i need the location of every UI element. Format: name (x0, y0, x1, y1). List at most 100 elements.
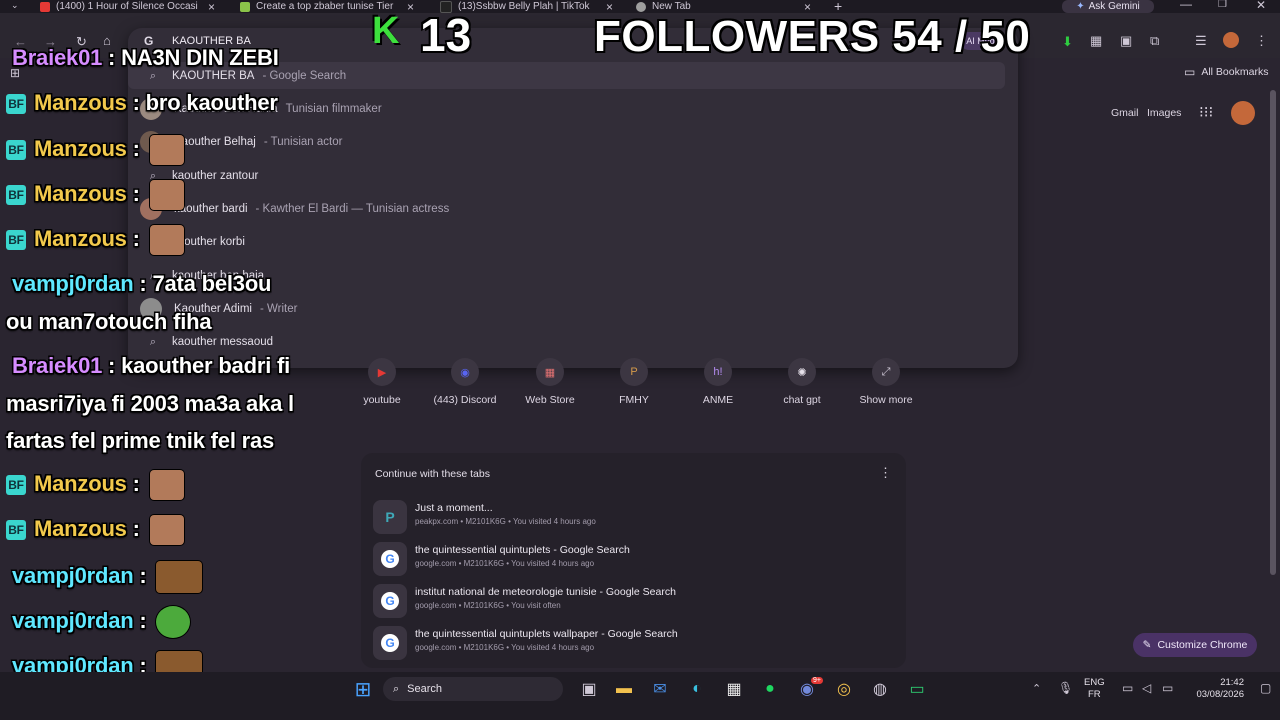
tierlist-favicon-icon (240, 1, 250, 12)
list-item-title: the quintessential quintuplets - Google … (415, 544, 630, 556)
customize-chrome-label: Customize Chrome (1157, 639, 1248, 651)
list-item-title: institut national de meteorologie tunisi… (415, 586, 676, 598)
shortcut-web-store[interactable]: ▦ Web Store (508, 358, 592, 406)
k-logo: K (372, 10, 400, 52)
chat-text: NA3N DIN ZEBI (121, 45, 279, 70)
customize-chrome-button[interactable]: ✎ Customize Chrome (1133, 633, 1257, 657)
shortcut-show-more[interactable]: ⤢ Show more (844, 358, 928, 406)
windows-start-icon[interactable]: ⊞ (351, 679, 375, 701)
minimize-icon[interactable]: — (1180, 0, 1192, 11)
file-explorer-icon[interactable]: ▬ (612, 679, 636, 699)
restore-icon[interactable]: ❐ (1218, 0, 1227, 10)
language-indicator[interactable]: ENG FR (1084, 677, 1105, 701)
chat-text: 7ata bel3ou (152, 271, 272, 296)
list-item-title: the quintessential quintuplets wallpaper… (415, 628, 678, 640)
suggestion-row[interactable]: ⌕ kaouther messaoud (146, 332, 273, 352)
store-icon[interactable]: ▦ (722, 679, 746, 699)
tab-search-chevron-icon[interactable]: ⌄ (11, 0, 19, 11)
shortcut-anme[interactable]: h! ANME (676, 358, 760, 406)
chat-message: BF Manzous : (6, 180, 184, 210)
shortcut-label: (443) Discord (433, 394, 497, 406)
k-counter: 13 (420, 9, 472, 61)
badge-icon: BF (6, 94, 26, 115)
edge-icon[interactable]: ◐ (685, 679, 709, 699)
shortcut-youtube[interactable]: ▶ youtube (340, 358, 424, 406)
qr-icon[interactable]: ▦ (1090, 33, 1102, 49)
task-view-icon[interactable]: ▣ (577, 679, 601, 699)
battery-icon[interactable]: ▭ (1162, 681, 1173, 695)
volume-icon[interactable]: ◁ (1142, 681, 1151, 695)
google-icon: G (373, 584, 407, 618)
chat-username: Manzous (34, 90, 127, 115)
obs-icon[interactable]: ◍ (868, 679, 892, 699)
google-apps-icon[interactable]: ⁝⁝⁝ (1199, 103, 1213, 121)
emote (149, 470, 184, 500)
suggestion-subtext: Tunisian filmmaker (285, 103, 382, 115)
lang-bottom: FR (1087, 689, 1101, 700)
tray-chevron-icon[interactable]: ⌃ (1032, 682, 1041, 695)
clock[interactable]: 21:42 03/08/2026 (1190, 677, 1244, 701)
suggestion-text: kaouther zantour (172, 170, 259, 182)
folder-icon: ▭ (1184, 65, 1196, 79)
spotify-icon[interactable]: ● (758, 679, 782, 699)
badge-icon: BF (6, 185, 26, 205)
profile-avatar[interactable] (1223, 32, 1239, 48)
close-icon[interactable]: × (208, 0, 215, 14)
list-item[interactable]: G institut national de meteorologie tuni… (373, 582, 893, 622)
chat-text: bro kaouther (145, 90, 278, 115)
chat-message-continued: fartas fel prime tnik fel ras (6, 428, 274, 454)
shortcut-discord[interactable]: ◉ (443) Discord (423, 358, 507, 406)
ask-gemini-button[interactable]: ✦ Ask Gemini (1062, 0, 1154, 13)
chat-text: masri7iya fi 2003 ma3a aka l (6, 391, 294, 416)
chat-text: fartas fel prime tnik fel ras (6, 428, 275, 453)
window-close-icon[interactable]: ✕ (1256, 0, 1266, 12)
extension-icon[interactable]: ▣ (1120, 33, 1132, 49)
chat-message-continued: masri7iya fi 2003 ma3a aka l (6, 391, 294, 417)
shortcut-chat-gpt[interactable]: ✺ chat gpt (760, 358, 844, 406)
tab-title: (1400) 1 Hour of Silence Occasi (56, 1, 198, 12)
reading-list-icon[interactable]: ☰ (1195, 33, 1207, 49)
menu-kebab-icon[interactable]: ⋮ (1255, 33, 1268, 49)
suggestion-row[interactable]: kaouther bardi - Kawther El Bardi — Tuni… (140, 198, 450, 220)
list-item[interactable]: G the quintessential quintuplets wallpap… (373, 624, 893, 664)
pencil-icon: ✎ (1142, 639, 1152, 651)
chat-message: BF Manzous : (6, 470, 184, 500)
chatgpt-icon: ✺ (788, 358, 816, 386)
chat-message: vampj0rdan : 7ata bel3ou (12, 271, 272, 296)
chat-username: Braiek01 (12, 353, 103, 378)
tab-youtube[interactable]: (1400) 1 Hour of Silence Occasi × (40, 0, 230, 14)
list-item-meta: peakpx.com • M2101K6G • You visited 4 ho… (415, 517, 596, 526)
chat-username: Manzous (34, 470, 127, 496)
chat-username: Manzous (34, 515, 127, 541)
gmail-link[interactable]: Gmail (1111, 107, 1138, 119)
chat-text: ou man7otouch fiha (6, 309, 212, 334)
shortcut-label: FMHY (619, 394, 649, 406)
download-icon[interactable]: ⬇ (1062, 34, 1073, 50)
network-icon[interactable]: ▭ (1122, 681, 1133, 695)
suggestion-subtext: - Tunisian actor (263, 136, 343, 148)
card-menu-icon[interactable]: ⋮ (879, 465, 892, 481)
chat-message-continued: ou man7otouch fiha (6, 309, 212, 335)
list-item[interactable]: P Just a moment... peakpx.com • M2101K6G… (373, 498, 893, 538)
chat-message: BF Manzous : (6, 225, 184, 255)
taskbar-search[interactable]: ⌕ Search (383, 677, 563, 701)
shortcut-fmhy[interactable]: P FMHY (592, 358, 676, 406)
terminal-icon[interactable]: ▭ (905, 679, 929, 699)
account-avatar[interactable] (1231, 101, 1255, 125)
notification-icon[interactable]: ▢ (1260, 681, 1271, 695)
mail-icon[interactable]: ✉ (648, 679, 672, 699)
all-bookmarks-button[interactable]: ▭ All Bookmarks (1184, 65, 1268, 79)
emote (156, 606, 191, 638)
chat-username: vampj0rdan (12, 607, 134, 633)
google-icon: G (373, 542, 407, 576)
chat-message: Braiek01 : kaouther badri fi (12, 353, 291, 378)
suggestion-subtext: - Kawther El Bardi — Tunisian actress (255, 203, 450, 215)
close-icon[interactable]: × (407, 0, 414, 14)
shortcut-label: youtube (363, 394, 401, 406)
microphone-icon[interactable]: 🎙 (1058, 681, 1073, 695)
images-link[interactable]: Images (1147, 107, 1181, 119)
scrollbar[interactable] (1270, 90, 1276, 575)
puzzle-icon[interactable]: ⧉ (1150, 33, 1159, 49)
chrome-taskbar-icon[interactable]: ◎ (832, 679, 856, 699)
list-item[interactable]: G the quintessential quintuplets - Googl… (373, 540, 893, 580)
